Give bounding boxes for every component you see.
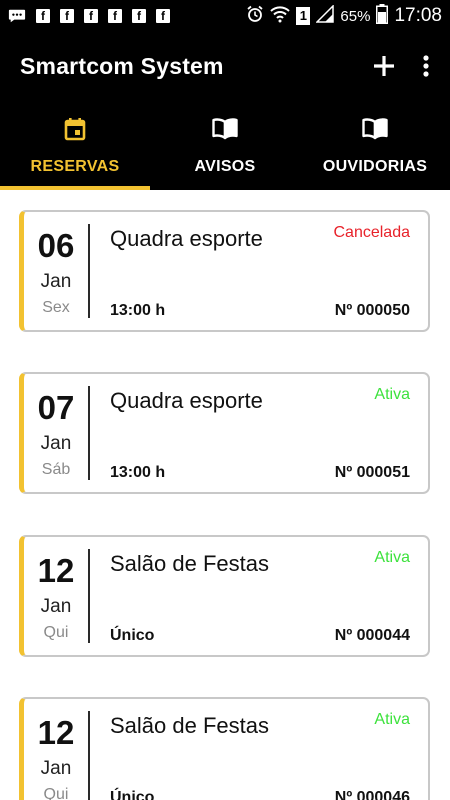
reservation-number: Nº 000051 xyxy=(334,464,410,481)
wifi-icon xyxy=(270,5,291,28)
more-vert-icon xyxy=(423,55,429,77)
sim-indicator: 1 xyxy=(296,7,311,25)
reservation-number: Nº 000044 xyxy=(334,627,410,644)
notification-icons: f f f f f f xyxy=(8,7,170,25)
facebook-icon: f xyxy=(156,9,170,23)
reservation-month: Jan xyxy=(40,433,72,454)
reservation-day: 12 xyxy=(37,552,75,589)
tab-label: RESERVAS xyxy=(30,158,120,175)
date-column: 07 Jan Sáb xyxy=(24,386,90,480)
reservation-day: 07 xyxy=(37,389,75,426)
reservation-weekday: Qui xyxy=(43,624,69,641)
plus-icon xyxy=(374,56,394,76)
tab-label: AVISOS xyxy=(194,158,256,175)
facebook-icon: f xyxy=(132,9,146,23)
tab-bar: RESERVAS AVISOS OUVIDORIAS xyxy=(0,100,450,190)
reservation-card[interactable]: 06 Jan Sex Quadra esporte Cancelada 13:0… xyxy=(19,210,430,332)
facebook-icon: f xyxy=(108,9,122,23)
reservation-month: Jan xyxy=(40,758,72,779)
reservation-weekday: Qui xyxy=(43,786,69,800)
battery-percent: 65% xyxy=(340,7,371,25)
date-column: 12 Jan Qui xyxy=(24,549,90,643)
alarm-icon xyxy=(246,5,264,28)
book-icon xyxy=(362,116,388,142)
tab-ouvidorias[interactable]: OUVIDORIAS xyxy=(300,100,450,190)
reservation-place: Quadra esporte xyxy=(110,226,263,251)
tab-avisos[interactable]: AVISOS xyxy=(150,100,300,190)
tab-reservas[interactable]: RESERVAS xyxy=(0,100,150,190)
date-column: 06 Jan Sex xyxy=(24,224,90,318)
reservation-number: Nº 000050 xyxy=(334,302,410,319)
reservation-weekday: Sex xyxy=(42,299,70,316)
reservation-place: Quadra esporte xyxy=(110,388,263,413)
signal-icon xyxy=(315,3,335,28)
app-title: Smartcom System xyxy=(20,52,224,79)
reservation-month: Jan xyxy=(40,596,72,617)
date-column: 12 Jan Qui xyxy=(24,711,90,800)
reservation-time: 13:00 h xyxy=(110,464,166,481)
battery-icon xyxy=(376,3,389,29)
system-indicators: 1 65% 17:08 xyxy=(246,3,442,29)
reservation-number: Nº 000046 xyxy=(334,789,410,800)
status-badge: Ativa xyxy=(374,386,410,403)
reservation-card[interactable]: 12 Jan Qui Salão de Festas Ativa Único N… xyxy=(19,535,430,657)
status-badge: Ativa xyxy=(374,711,410,728)
reservation-detail: Único xyxy=(110,627,155,644)
facebook-icon: f xyxy=(84,9,98,23)
clock: 17:08 xyxy=(394,5,442,26)
add-button[interactable] xyxy=(372,54,396,78)
toolbar-actions xyxy=(372,54,430,78)
app-toolbar: Smartcom System xyxy=(0,32,450,100)
reservation-place: Salão de Festas xyxy=(110,551,269,576)
facebook-icon: f xyxy=(60,9,74,23)
overflow-menu-button[interactable] xyxy=(422,54,430,78)
reservation-month: Jan xyxy=(40,271,72,292)
status-bar: f f f f f f 1 65% 17:08 xyxy=(0,0,450,32)
reservation-day: 06 xyxy=(37,227,75,264)
messages-icon xyxy=(8,7,26,25)
calendar-icon xyxy=(64,116,86,142)
book-icon xyxy=(212,116,238,142)
reservation-detail: Único xyxy=(110,789,155,800)
reservation-day: 12 xyxy=(37,714,75,751)
reservation-list: 06 Jan Sex Quadra esporte Cancelada 13:0… xyxy=(0,190,450,800)
reservation-card[interactable]: 12 Jan Qui Salão de Festas Ativa Único N… xyxy=(19,697,430,800)
reservation-weekday: Sáb xyxy=(41,461,71,478)
reservation-time: 13:00 h xyxy=(110,302,166,319)
status-badge: Cancelada xyxy=(333,224,411,241)
status-badge: Ativa xyxy=(374,549,410,566)
reservation-card[interactable]: 07 Jan Sáb Quadra esporte Ativa 13:00 h … xyxy=(19,372,430,494)
facebook-icon: f xyxy=(36,9,50,23)
app-root: f f f f f f 1 65% 17:08 Smartcom System … xyxy=(0,0,450,800)
reservation-place: Salão de Festas xyxy=(110,713,269,738)
tab-label: OUVIDORIAS xyxy=(322,158,428,175)
